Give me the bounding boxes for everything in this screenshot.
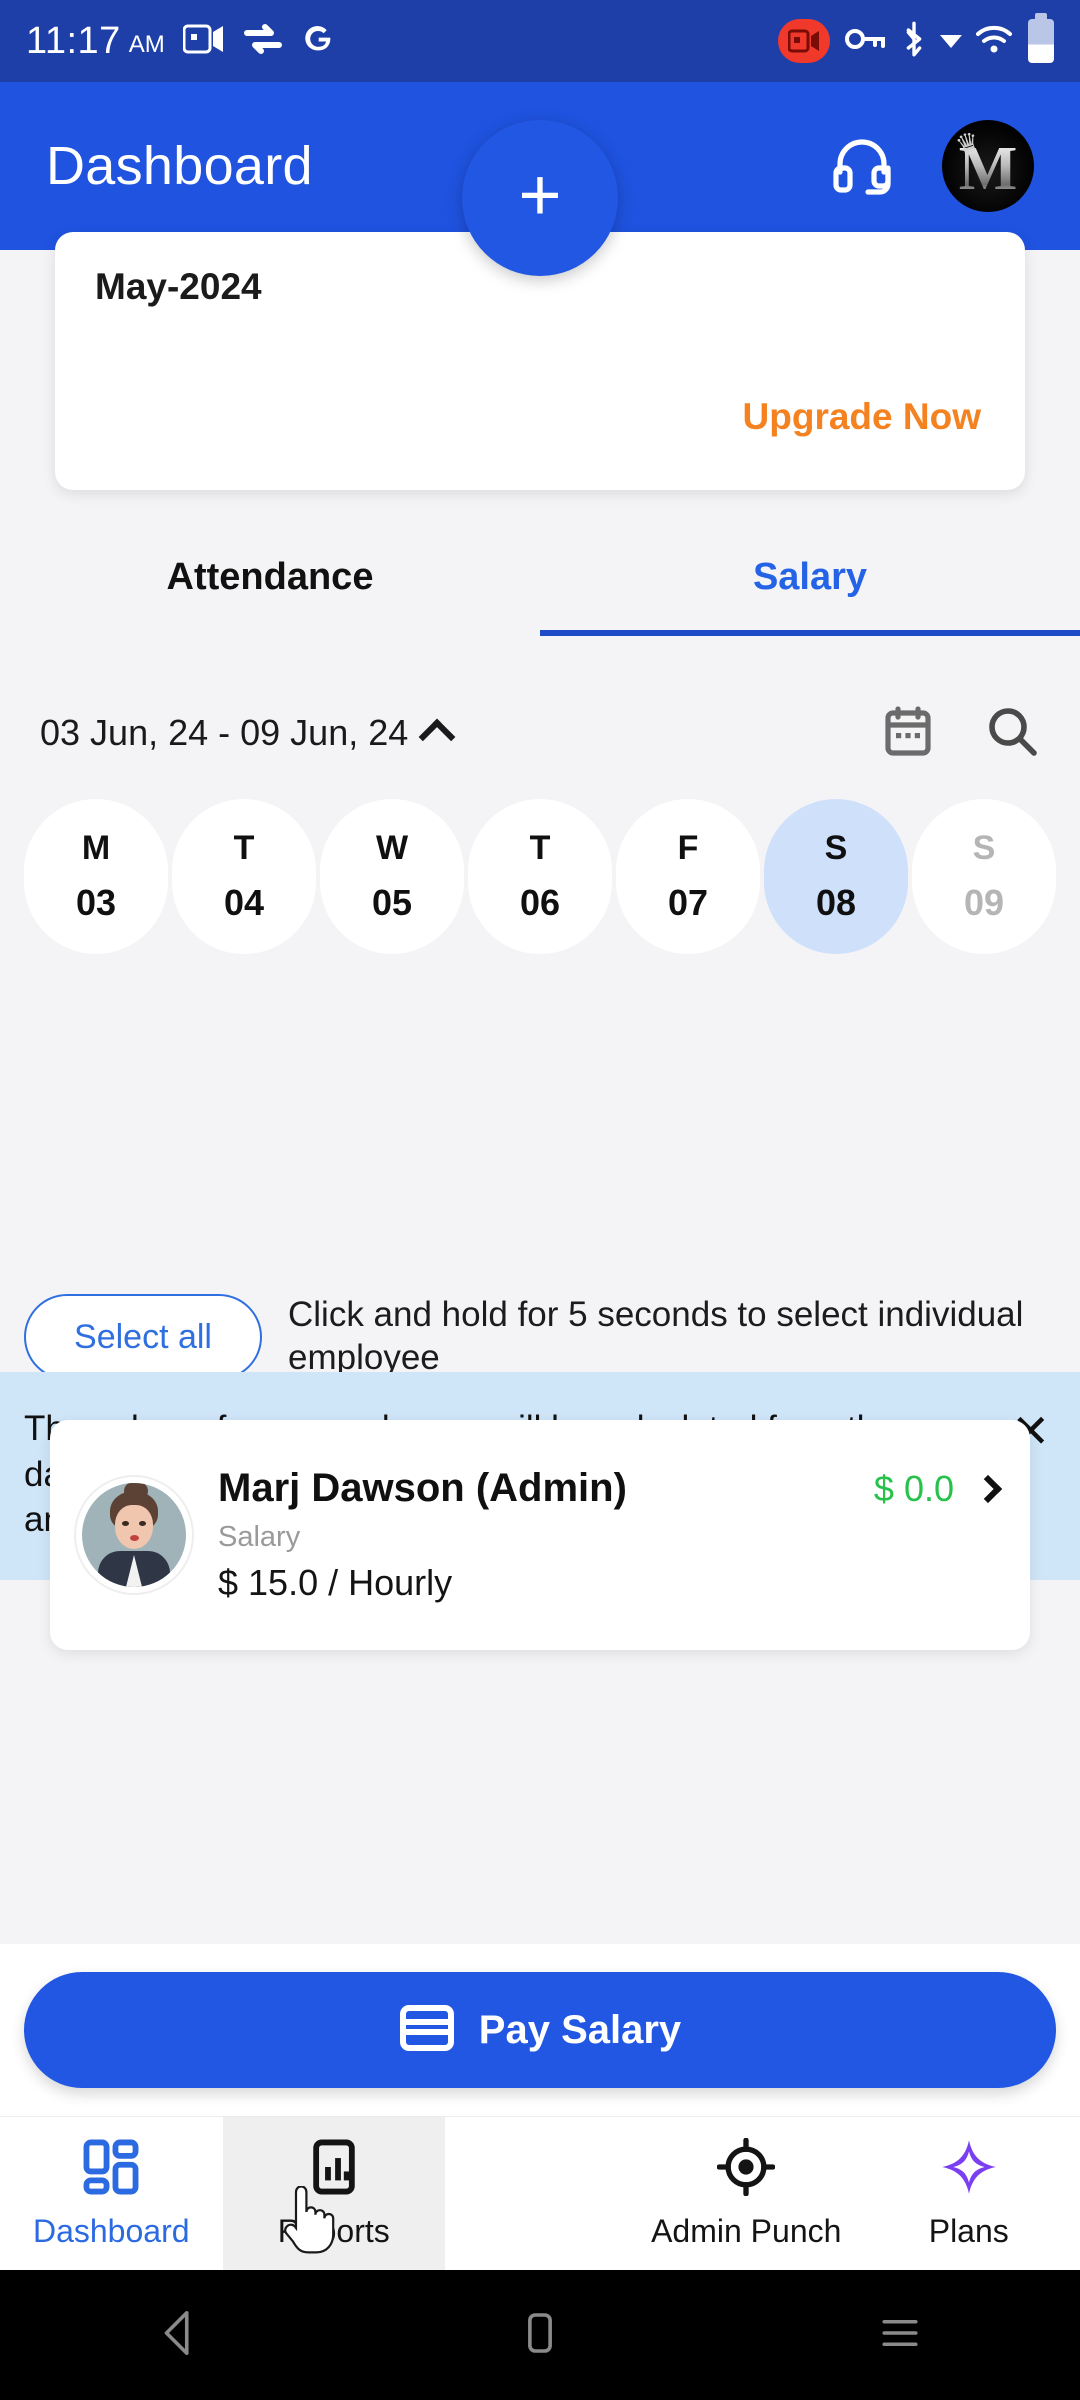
employee-avatar bbox=[76, 1477, 192, 1593]
screen-cast-icon bbox=[182, 22, 225, 61]
employee-sub-label: Salary bbox=[218, 1521, 301, 1553]
caret-down-icon bbox=[940, 34, 962, 48]
plus-icon: + bbox=[518, 153, 562, 236]
day-chip-04[interactable]: T 04 bbox=[172, 798, 316, 954]
nav-item-plans[interactable]: Plans bbox=[858, 2117, 1080, 2270]
day-strip: M 03 T 04 W 05 T 06 F 07 S 08 S 09 bbox=[0, 786, 1080, 966]
scroll-content: May-2024 Upgrade Now Attendance Salary 0… bbox=[0, 232, 1080, 1944]
employee-rate: $ 15.0 / Hourly bbox=[218, 1562, 453, 1603]
bluetooth-icon bbox=[900, 21, 928, 62]
search-icon[interactable] bbox=[984, 703, 1040, 764]
day-dow: T bbox=[529, 828, 551, 867]
pay-salary-label: Pay Salary bbox=[478, 2007, 682, 2052]
pay-salary-button[interactable]: Pay Salary bbox=[24, 1972, 1056, 2088]
chevron-up-icon[interactable] bbox=[418, 718, 456, 756]
nav-label-dashboard: Dashboard bbox=[32, 2212, 190, 2249]
day-num: 08 bbox=[815, 881, 857, 923]
day-dow: M bbox=[81, 828, 111, 867]
nav-item-admin-punch[interactable]: Admin Punch bbox=[635, 2117, 858, 2270]
day-dow: T bbox=[233, 828, 255, 867]
employee-top-row: Marj Dawson (Admin) $ 0.0 bbox=[218, 1466, 1003, 1511]
nav-fab-spacer bbox=[445, 2117, 635, 2270]
avatar[interactable]: ♛ M bbox=[942, 120, 1034, 212]
battery-icon bbox=[1028, 13, 1054, 63]
target-punch-icon bbox=[716, 2137, 776, 2201]
app-header-actions: ♛ M bbox=[830, 120, 1034, 212]
date-range-label[interactable]: 03 Jun, 24 - 09 Jun, 24 bbox=[40, 712, 408, 754]
grid-dashboard-icon bbox=[82, 2138, 140, 2201]
tab-attendance[interactable]: Attendance bbox=[0, 518, 540, 636]
screen-record-badge-icon bbox=[778, 19, 830, 63]
day-num: 03 bbox=[75, 881, 117, 923]
status-bar-right bbox=[778, 13, 1054, 63]
status-ampm: AM bbox=[128, 31, 165, 58]
nav-item-dashboard[interactable]: Dashboard bbox=[0, 2117, 223, 2270]
vpn-key-icon bbox=[844, 25, 886, 58]
vpn-swap-icon bbox=[243, 22, 283, 61]
day-dow: S bbox=[972, 828, 996, 867]
credit-card-icon bbox=[399, 2004, 455, 2057]
home-icon[interactable] bbox=[513, 2306, 567, 2365]
day-num: 06 bbox=[519, 881, 561, 923]
status-time: 11:17 bbox=[26, 19, 121, 62]
date-range-actions bbox=[880, 703, 1040, 764]
day-num: 07 bbox=[667, 881, 709, 923]
tab-bar: Attendance Salary bbox=[0, 518, 1080, 636]
employee-amount: $ 0.0 bbox=[873, 1467, 954, 1509]
day-dow: S bbox=[824, 828, 848, 867]
status-bar: 11:17 AM bbox=[0, 0, 1080, 82]
day-chip-07[interactable]: F 07 bbox=[616, 798, 760, 954]
wifi-icon bbox=[974, 23, 1014, 60]
day-chip-06[interactable]: T 06 bbox=[468, 798, 612, 954]
nav-label-reports: Reports bbox=[277, 2212, 390, 2249]
back-icon[interactable] bbox=[153, 2306, 207, 2365]
status-bar-left: 11:17 AM bbox=[26, 20, 335, 63]
day-dow: F bbox=[677, 828, 699, 867]
android-navigation-bar bbox=[0, 2270, 1080, 2400]
day-chip-09: S 09 bbox=[912, 798, 1056, 954]
day-dow: W bbox=[375, 828, 409, 867]
google-g-icon bbox=[301, 22, 335, 61]
nav-label-plans: Plans bbox=[928, 2212, 1009, 2249]
page-title: Dashboard bbox=[46, 136, 313, 196]
date-range-row: 03 Jun, 24 - 09 Jun, 24 bbox=[0, 680, 1080, 786]
day-num: 04 bbox=[223, 881, 265, 923]
upgrade-now-link[interactable]: Upgrade Now bbox=[743, 396, 981, 438]
employee-name: Marj Dawson (Admin) bbox=[218, 1466, 627, 1510]
chevron-right-icon[interactable] bbox=[973, 1474, 1003, 1503]
tab-salary[interactable]: Salary bbox=[540, 518, 1080, 636]
report-chart-icon bbox=[305, 2138, 363, 2201]
day-chip-03[interactable]: M 03 bbox=[24, 798, 168, 954]
day-num: 05 bbox=[371, 881, 413, 923]
day-chip-05[interactable]: W 05 bbox=[320, 798, 464, 954]
select-all-button[interactable]: Select all bbox=[24, 1294, 262, 1380]
nav-label-admin-punch: Admin Punch bbox=[651, 2212, 842, 2249]
phone-screen: 11:17 AM Dashboard ♛ M May-2024 Upgrade … bbox=[0, 0, 1080, 2400]
recents-icon[interactable] bbox=[873, 2306, 927, 2365]
day-num: 09 bbox=[963, 881, 1005, 923]
employee-info: Marj Dawson (Admin) $ 0.0 Salary $ 15.0 … bbox=[218, 1466, 1003, 1604]
employee-row[interactable]: Marj Dawson (Admin) $ 0.0 Salary $ 15.0 … bbox=[50, 1420, 1030, 1650]
select-all-hint: Click and hold for 5 seconds to select i… bbox=[288, 1295, 1024, 1377]
add-fab-button[interactable]: + bbox=[462, 120, 618, 276]
bottom-navigation: Dashboard Reports Admin Punch Plans bbox=[0, 2116, 1080, 2270]
calendar-icon[interactable] bbox=[880, 703, 936, 764]
diamond-plans-icon bbox=[940, 2138, 998, 2201]
headset-icon[interactable] bbox=[830, 132, 894, 201]
day-chip-08[interactable]: S 08 bbox=[764, 798, 908, 954]
nav-item-reports[interactable]: Reports bbox=[222, 2117, 445, 2270]
